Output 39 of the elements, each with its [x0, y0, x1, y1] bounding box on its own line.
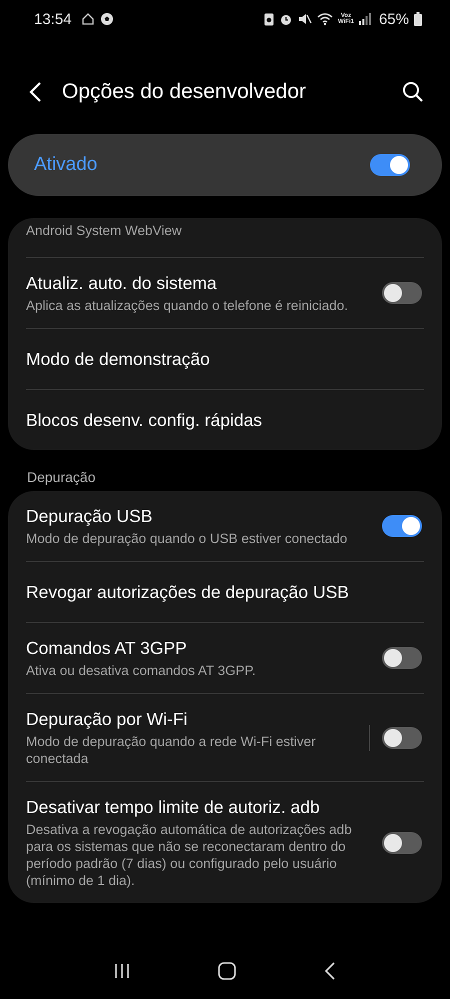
master-switch-label: Ativado — [34, 154, 98, 176]
back-nav-icon[interactable] — [324, 962, 336, 980]
battery-saver-icon — [264, 12, 274, 26]
toggle-switch[interactable] — [370, 154, 410, 176]
wifi-icon — [317, 12, 334, 26]
setting-title[interactable]: Desativar tempo limite de autoriz. adb — [26, 796, 370, 818]
setting-description: Aplica as atualizações quando o telefone é reiniciado. — [26, 297, 349, 314]
signal-icon — [358, 13, 371, 25]
setting-description: Modo de depuração quando o USB estiver conectado — [26, 530, 348, 547]
alarm-icon — [279, 12, 294, 26]
setting-title[interactable]: Atualiz. auto. do sistema — [26, 272, 370, 294]
setting-title[interactable]: Comandos AT 3GPP — [26, 637, 370, 659]
ball-icon — [100, 12, 114, 26]
mute-icon — [298, 12, 312, 26]
setting-description: Ativa ou desativa comandos AT 3GPP. — [26, 662, 257, 679]
search-icon[interactable] — [402, 81, 424, 103]
toggle-switch[interactable] — [382, 832, 422, 854]
toggle-switch[interactable] — [382, 726, 422, 748]
setting-title[interactable]: Depuração por Wi-Fi — [26, 708, 357, 730]
master-switch-bar[interactable]: Ativado — [8, 134, 442, 196]
setting-title[interactable]: Blocos desenv. config. rápidas — [26, 409, 424, 431]
setting-description: Android System WebView — [26, 222, 183, 239]
setting-title[interactable]: Modo de demonstração — [26, 348, 424, 370]
toggle-switch[interactable] — [382, 515, 422, 537]
battery-icon — [414, 12, 422, 26]
setting-title[interactable]: Revogar autorizações de depuração USB — [26, 581, 424, 603]
section-heading: Depuração — [26, 468, 96, 487]
page-title: Opções do desenvolvedor — [62, 80, 306, 104]
toggle-switch[interactable] — [382, 282, 422, 304]
battery-percent: 65% — [378, 10, 409, 28]
setting-description: Modo de depuração quando a rede Wi-Fi estiver conectada — [26, 733, 317, 767]
home-button-icon[interactable] — [218, 962, 236, 980]
setting-title[interactable]: Depuração USB — [26, 505, 370, 527]
home-icon — [80, 12, 95, 26]
back-icon[interactable] — [28, 81, 42, 103]
status-time: 13:54 — [34, 10, 72, 28]
setting-description: Desativa a revogação automática de autorizações adb para os sistemas que não se reconectaram dentro do período padrão (7 dias) ou configurado pelo usuário (mínimo de 1 dia). — [26, 821, 353, 889]
toggle-switch[interactable] — [382, 647, 422, 669]
recent-apps-icon[interactable] — [114, 963, 130, 979]
